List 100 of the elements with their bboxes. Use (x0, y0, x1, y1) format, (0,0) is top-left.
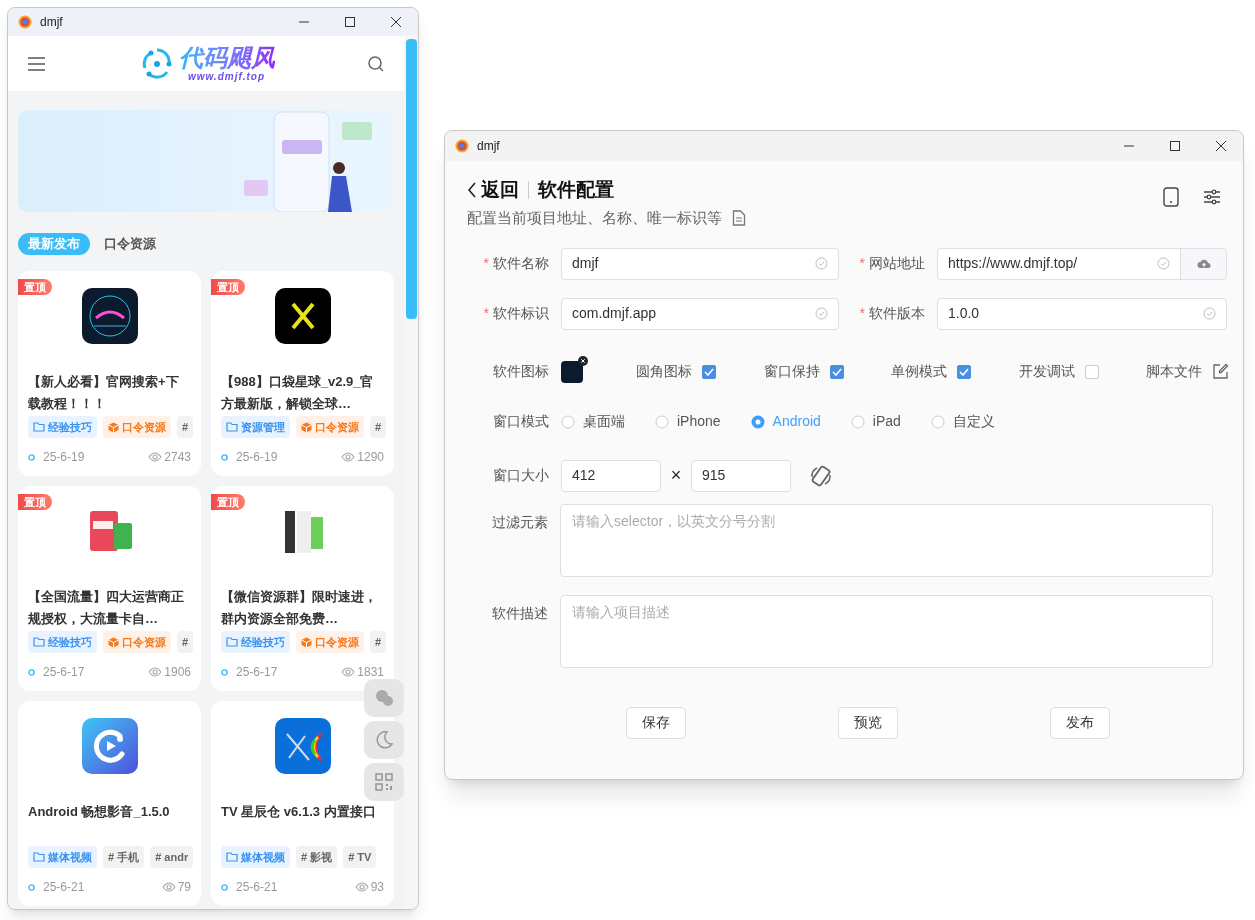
text-area[interactable]: 请输入项目描述 (560, 594, 1213, 668)
text-field[interactable]: dmjf (561, 247, 839, 280)
option-label: 软件图标 (492, 362, 550, 381)
post-date: 25-6-21 (236, 879, 278, 896)
chevron-left-icon (467, 182, 477, 198)
post-card[interactable]: TV 星辰仓 v6.1.3 内置接口 媒体视频 # 影视 # TV 25-6-21 93 (211, 701, 394, 906)
dot-icon (221, 668, 228, 676)
check-circle-icon (1203, 307, 1216, 320)
pinned-badge: 置顶 (18, 279, 52, 295)
maximize-icon[interactable] (1169, 140, 1181, 152)
pinned-badge: 置顶 (211, 279, 245, 295)
close-icon[interactable] (1215, 140, 1227, 152)
post-card[interactable]: 置顶 【微信资源群】限时速进，群内资源全部免费… 经验技巧 口令资源 # 25-6-17 1831 (211, 486, 394, 691)
checkbox[interactable] (702, 364, 717, 379)
checkbox[interactable] (957, 364, 972, 379)
view-count: 2743 (164, 449, 191, 466)
post-tag[interactable]: # andr (150, 846, 194, 868)
radio-option[interactable]: 桌面端 (561, 411, 625, 432)
app-thumbnail (274, 718, 331, 774)
post-tag[interactable]: # TV (343, 846, 377, 868)
edit-icon[interactable] (1211, 363, 1229, 380)
text-field[interactable]: 1.0.0 (937, 297, 1227, 330)
maximize-icon[interactable] (344, 16, 356, 28)
radio-option[interactable]: 自定义 (930, 411, 995, 432)
qr-code-button[interactable] (364, 763, 404, 801)
post-card[interactable]: 置顶 【988】口袋星球_v2.9_官方最新版，解锁全球… 资源管理 口令资源 # 25-6-19 1290 (211, 271, 394, 476)
phone-icon[interactable] (1163, 187, 1179, 207)
view-count: 1831 (357, 664, 384, 681)
rotate-icon[interactable] (810, 464, 832, 487)
post-tag[interactable]: # 手机 (103, 846, 145, 868)
post-title: 【988】口袋星球_v2.9_官方最新版，解锁全球… (220, 373, 375, 413)
required-mark: * (859, 254, 865, 273)
folder-icon (33, 852, 45, 862)
post-tag[interactable]: # (177, 416, 194, 438)
logo-url: www.dmjf.top (187, 71, 266, 82)
field-label: 软件描述 (491, 603, 550, 623)
post-card[interactable]: Android 畅想影音_1.5.0 媒体视频 # 手机 # andr 25-6-21 79 (18, 701, 201, 906)
category-tab[interactable]: 口令资源 (104, 233, 156, 255)
post-title: Android 畅想影音_1.5.0 (27, 803, 171, 821)
remove-badge-icon[interactable] (578, 355, 588, 366)
upload-button[interactable] (1180, 248, 1226, 279)
field-label: 软件标识 (493, 304, 549, 323)
post-title: 【全国流量】四大运营商正规授权，大流量卡自… (27, 588, 185, 628)
cube-icon (108, 421, 119, 433)
folder-icon (33, 637, 45, 647)
post-date: 25-6-19 (236, 449, 278, 466)
action-button[interactable]: 预览 (838, 706, 898, 739)
text-field[interactable]: com.dmjf.app (561, 297, 839, 330)
radio-option[interactable]: iPad (850, 411, 901, 432)
post-tag[interactable]: # (370, 416, 387, 438)
cube-icon (301, 636, 312, 648)
app-thumbnail (81, 718, 138, 774)
option-label: 开发调试 (1018, 362, 1075, 381)
radio-option[interactable]: iPhone (655, 411, 721, 432)
required-mark: * (483, 304, 489, 323)
radio-icon (561, 414, 575, 429)
eye-icon (341, 452, 356, 462)
dot-icon (221, 453, 228, 461)
post-card[interactable]: 置顶 【全国流量】四大运营商正规授权，大流量卡自… 经验技巧 口令资源 # 25-6-17 1906 (18, 486, 201, 691)
field-label: 软件名称 (493, 254, 549, 273)
back-button[interactable]: 返回 (467, 175, 519, 205)
scrollbar-thumb[interactable] (405, 39, 417, 319)
logo-text: 代码飓风 (178, 45, 275, 70)
post-card[interactable]: 置顶 【新人必看】官网搜索+下载教程！！！ 经验技巧 口令资源 # 25-6-19 2743 (18, 271, 201, 476)
text-area[interactable]: 请输入selector，以英文分号分割 (560, 503, 1213, 577)
moon-icon (374, 730, 394, 750)
times-sign: × (669, 464, 683, 487)
checkbox[interactable] (1084, 364, 1099, 379)
radio-icon (930, 414, 945, 429)
window-title: dmjf (40, 14, 63, 31)
post-date: 25-6-21 (43, 879, 85, 896)
pinned-badge: 置顶 (211, 494, 245, 510)
text-field[interactable]: https://www.dmjf.top/ (937, 247, 1227, 280)
moon-button[interactable] (364, 721, 404, 759)
action-button[interactable]: 保存 (626, 706, 686, 739)
folder-icon (33, 422, 45, 432)
search-icon[interactable] (367, 54, 385, 73)
height-field[interactable]: 915 (691, 459, 791, 492)
eye-icon (148, 667, 163, 677)
post-tag[interactable]: # 影视 (296, 846, 338, 868)
cloud-upload-icon (1196, 258, 1211, 269)
option-label: 单例模式 (891, 362, 948, 381)
field-label: 过滤元素 (491, 512, 550, 532)
post-date: 25-6-17 (43, 664, 85, 681)
radio-icon (750, 414, 765, 429)
close-icon[interactable] (390, 16, 402, 28)
radio-icon (655, 414, 669, 429)
width-field[interactable]: 412 (561, 459, 661, 492)
action-button[interactable]: 发布 (1050, 706, 1110, 739)
view-count: 79 (177, 879, 191, 896)
sliders-icon[interactable] (1203, 188, 1221, 206)
post-tag[interactable]: # (177, 631, 194, 653)
eye-icon (341, 667, 356, 677)
folder-icon (226, 852, 238, 862)
menu-icon[interactable] (27, 55, 46, 72)
view-count: 93 (370, 879, 384, 896)
dot-icon (28, 883, 35, 891)
checkbox[interactable] (829, 364, 844, 379)
post-date: 25-6-17 (236, 664, 278, 681)
post-tag[interactable]: # (370, 631, 387, 653)
